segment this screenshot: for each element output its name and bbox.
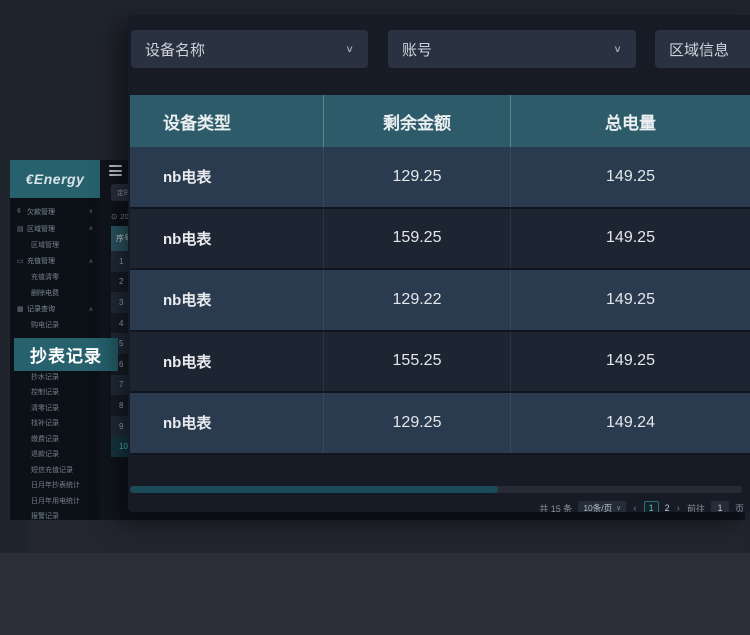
sidebar-sub-delete-fee[interactable]: 删除电费	[10, 285, 100, 301]
menu-toggle-icon[interactable]	[109, 165, 122, 176]
chevron-up-icon: ∧	[89, 225, 93, 232]
header-remaining-amount: 剩余金额	[324, 95, 511, 147]
sidebar-item-arrears[interactable]: ¢ 欠款管理 ∨	[10, 203, 100, 220]
header-total-power: 总电量	[511, 95, 750, 147]
sidebar-sub-payment[interactable]: 缴费记录	[10, 431, 100, 447]
table-row[interactable]: nb电表 129.22 149.25	[130, 270, 750, 332]
page-bottom-band	[0, 553, 750, 635]
prev-page-button[interactable]: ‹	[632, 503, 637, 513]
goto-label: 前往	[687, 502, 705, 513]
horizontal-scrollbar[interactable]	[130, 486, 742, 493]
pagination: 共 15 条 10条/页 ∨ ‹ 1 2 › 前往 1 页	[539, 500, 744, 512]
device-name-dropdown[interactable]: 设备名称 ∨	[131, 30, 368, 68]
page-button-1-current[interactable]: 1	[644, 501, 659, 513]
sidebar-item-meter-reading-active[interactable]: 抄表记录	[14, 338, 118, 371]
sidebar-sub-reset[interactable]: 清零记录	[10, 400, 100, 416]
chevron-down-icon: ∨	[345, 43, 354, 54]
table-header-row: 设备类型 剩余金额 总电量	[130, 95, 750, 147]
sidebar-sub-region[interactable]: 区域管理	[10, 237, 100, 253]
sidebar-sub-stat-power[interactable]: 日月年用电统计	[10, 493, 100, 509]
goto-page-input[interactable]: 1	[711, 501, 729, 513]
next-page-button[interactable]: ›	[676, 503, 681, 513]
records-icon: ▦	[17, 305, 27, 313]
pagination-total: 共 15 条	[539, 502, 572, 513]
goto-unit: 页	[735, 502, 744, 513]
header-device-type: 设备类型	[130, 95, 324, 147]
chevron-down-icon: ∨	[89, 208, 93, 215]
sidebar-sub-stat-reading[interactable]: 日月年抄表统计	[10, 478, 100, 494]
sidebar-sub-water[interactable]: 抄水记录	[10, 369, 100, 385]
table-row[interactable]: nb电表 129.25 149.25	[130, 147, 750, 209]
page-button-2[interactable]: 2	[665, 503, 670, 512]
sidebar-sub-refund[interactable]: 退款记录	[10, 447, 100, 463]
region-info-dropdown[interactable]: 区域信息	[655, 30, 750, 68]
app-logo: €Energy	[10, 160, 100, 198]
region-icon: ▤	[17, 225, 27, 233]
card-icon: ▭	[17, 257, 27, 265]
clock-icon: ⊙	[111, 212, 117, 221]
sidebar-sub-recharge-clear[interactable]: 充值清零	[10, 270, 100, 286]
table-row[interactable]: nb电表 155.25 149.25	[130, 332, 750, 394]
table-row[interactable]: nb电表 159.25 149.25	[130, 209, 750, 271]
sidebar-item-region[interactable]: ▤ 区域管理 ∧	[10, 220, 100, 237]
sidebar-sub-adjust[interactable]: 找补记录	[10, 416, 100, 432]
sidebar-sub-alarm[interactable]: 报警记录	[10, 509, 100, 521]
meter-reading-panel: 设备名称 ∨ 账号 ∨ 区域信息 设备类型 剩余金额 总电量 nb电表 129.…	[128, 15, 750, 512]
chevron-down-icon: ∨	[616, 504, 621, 512]
sidebar-sub-sms[interactable]: 短信充值记录	[10, 462, 100, 478]
sidebar-item-records[interactable]: ▦ 记录查询 ∧	[10, 301, 100, 318]
sidebar-item-recharge[interactable]: ▭ 充值管理 ∧	[10, 253, 100, 270]
meter-table: 设备类型 剩余金额 总电量 nb电表 129.25 149.25 nb电表 15…	[130, 95, 750, 455]
page-size-select[interactable]: 10条/页 ∨	[578, 501, 626, 513]
chevron-up-icon: ∧	[89, 258, 93, 265]
account-dropdown[interactable]: 账号 ∨	[388, 30, 636, 68]
chevron-down-icon: ∨	[613, 43, 622, 54]
chevron-up-icon: ∧	[89, 306, 93, 313]
sidebar-sub-purchase[interactable]: 购电记录	[10, 318, 100, 334]
table-row[interactable]: nb电表 129.25 149.24	[130, 393, 750, 455]
sidebar-sub-control[interactable]: 控制记录	[10, 385, 100, 401]
scrollbar-thumb[interactable]	[130, 486, 498, 493]
coin-icon: ¢	[17, 208, 27, 215]
